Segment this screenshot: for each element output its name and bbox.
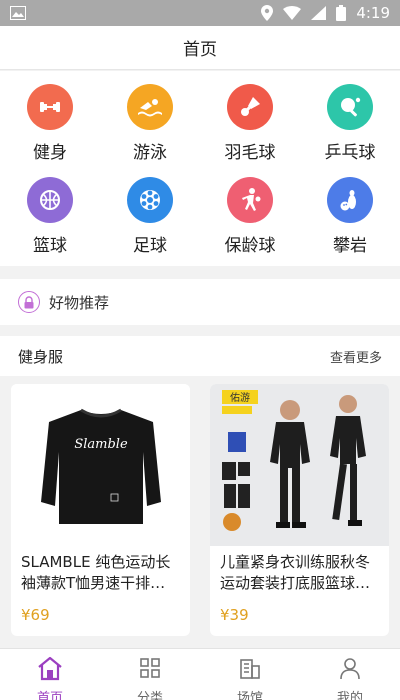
basketball-icon (27, 177, 73, 223)
category-climbing[interactable]: 攀岩 (300, 173, 400, 266)
product-card[interactable]: Slamble SLAMBLE 纯色运动长袖薄款T恤男速干排… ¥69 (11, 384, 190, 636)
bowling-pins-icon (327, 177, 373, 223)
dumbbell-icon (27, 84, 73, 130)
category-fitness[interactable]: 健身 (0, 80, 100, 173)
category-bowling[interactable]: 保龄球 (200, 173, 300, 266)
image-notification-icon (10, 6, 26, 20)
signal-icon (311, 6, 327, 20)
category-label: 健身 (33, 143, 67, 163)
category-label: 足球 (133, 236, 167, 256)
battery-icon (336, 5, 347, 21)
product-title: 儿童紧身衣训练服秋冬运动套装打底服篮球… (220, 553, 371, 592)
category-badminton[interactable]: 羽毛球 (200, 80, 300, 173)
grid-icon (137, 655, 163, 685)
category-label: 保龄球 (224, 236, 276, 256)
user-icon (337, 655, 363, 685)
product-image: 佑游 (210, 384, 389, 546)
nav-label: 首页 (36, 691, 63, 700)
bowling-player-icon (227, 177, 273, 223)
product-image: Slamble (11, 384, 190, 546)
category-football[interactable]: 足球 (100, 173, 200, 266)
product-price: ¥69 (21, 606, 50, 624)
product-title: SLAMBLE 纯色运动长袖薄款T恤男速干排… (21, 553, 171, 592)
view-more-link[interactable]: 查看更多 (330, 347, 382, 366)
nav-profile[interactable]: 我的 (300, 649, 400, 700)
category-basketball[interactable]: 篮球 (0, 173, 100, 266)
status-bar: 4:19 (0, 0, 400, 26)
building-icon (237, 655, 263, 685)
category-label: 攀岩 (333, 236, 367, 256)
category-grid: 健身 游泳 羽毛球 乒乓球 篮球 足球 保龄球 攀岩 (0, 71, 400, 266)
bottom-nav: 首页 分类 场馆 我的 (0, 648, 400, 700)
category-pingpong[interactable]: 乒乓球 (300, 80, 400, 173)
category-label: 篮球 (33, 236, 67, 256)
category-label: 乒乓球 (324, 143, 376, 163)
page-title: 首页 (0, 26, 400, 70)
recommend-bar[interactable]: 好物推荐 (0, 279, 400, 325)
brand-badge-text: 佑游 (230, 391, 250, 404)
recommend-label: 好物推荐 (49, 293, 110, 312)
pingpong-icon (327, 84, 373, 130)
section-title: 健身服 (18, 347, 64, 366)
location-icon (261, 5, 274, 21)
swimmer-icon (127, 84, 173, 130)
nav-venue[interactable]: 场馆 (200, 649, 300, 700)
nav-label: 我的 (336, 691, 363, 700)
nav-label: 场馆 (236, 691, 263, 700)
lock-icon (18, 291, 40, 313)
brand-logo-text: Slamble (74, 437, 128, 452)
section-header: 健身服 查看更多 (0, 336, 400, 376)
category-label: 游泳 (133, 143, 167, 163)
wifi-icon (283, 6, 302, 20)
status-time: 4:19 (356, 4, 390, 22)
football-icon (127, 177, 173, 223)
nav-category[interactable]: 分类 (100, 649, 200, 700)
nav-home[interactable]: 首页 (0, 649, 100, 700)
category-swimming[interactable]: 游泳 (100, 80, 200, 173)
home-icon (36, 655, 64, 685)
product-list: Slamble SLAMBLE 纯色运动长袖薄款T恤男速干排… ¥69 佑游 儿… (0, 376, 400, 648)
shuttlecock-icon (227, 84, 273, 130)
category-label: 羽毛球 (224, 143, 276, 163)
nav-label: 分类 (136, 691, 163, 700)
product-price: ¥39 (220, 606, 249, 624)
product-card[interactable]: 佑游 儿童紧身衣训练服秋冬运动套装打底服篮球… ¥39 (210, 384, 389, 636)
